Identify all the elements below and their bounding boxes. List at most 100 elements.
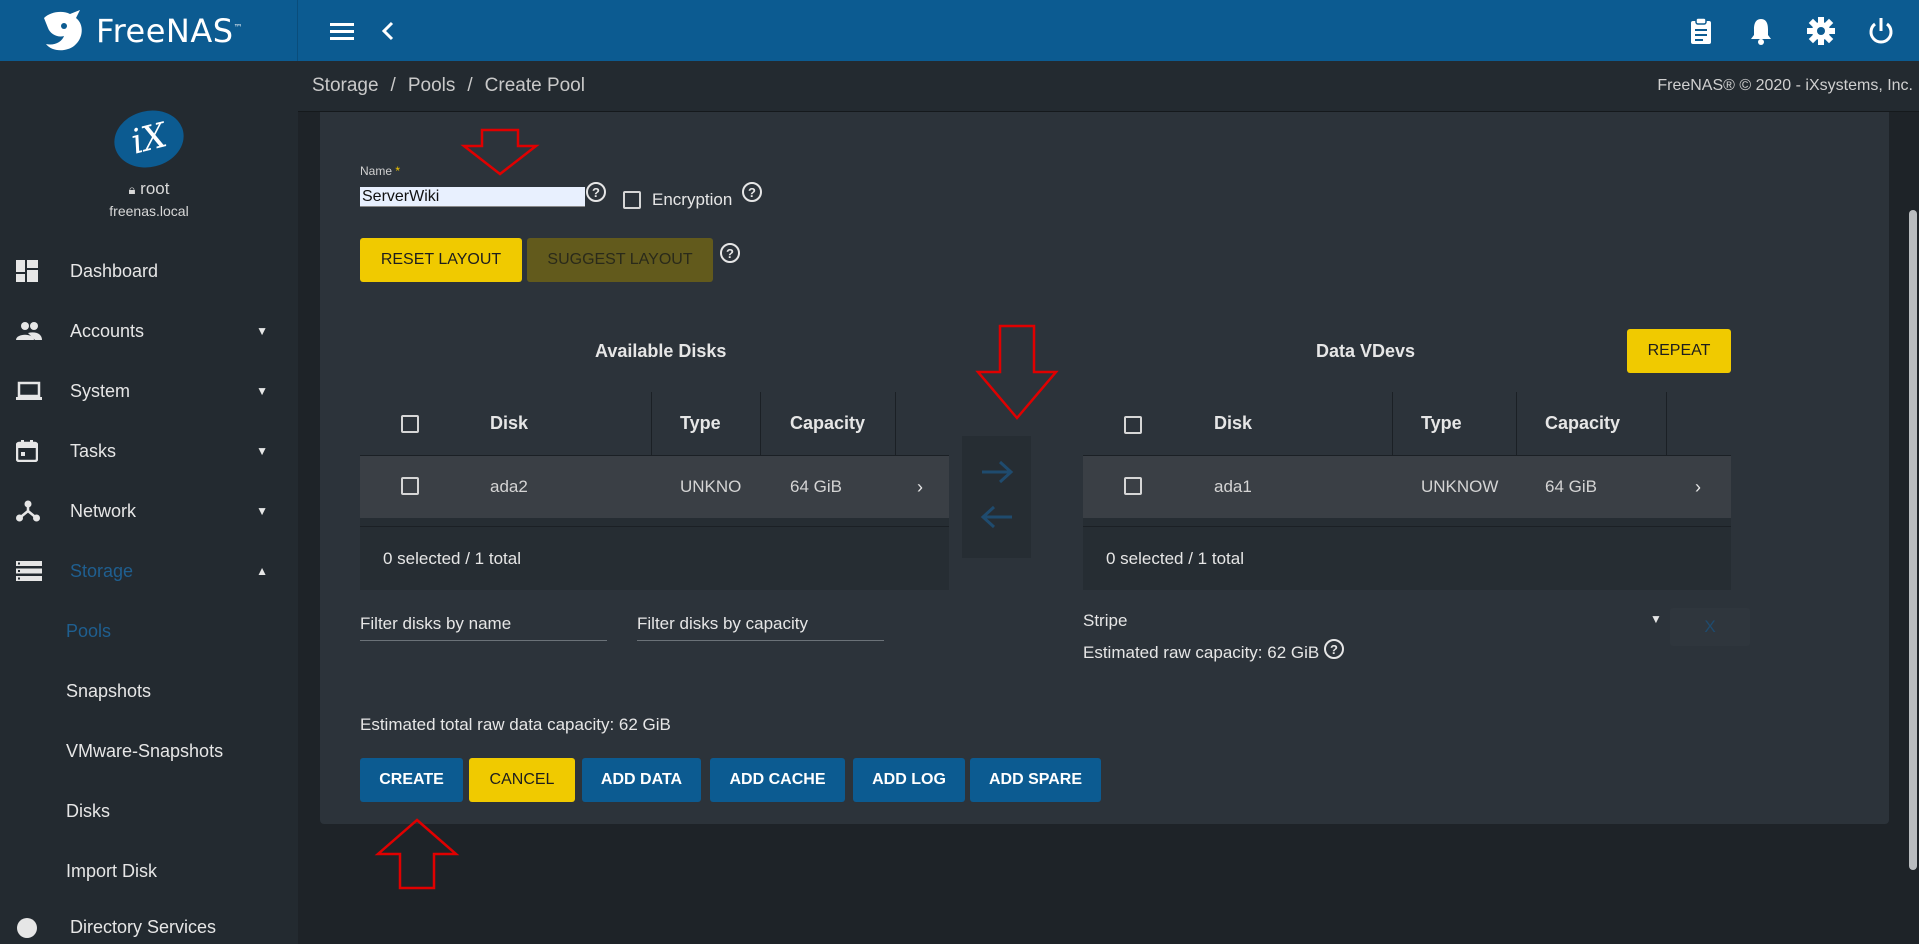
column-header-capacity[interactable]: Capacity [790, 413, 865, 434]
chevron-left-icon[interactable] [368, 11, 408, 51]
raw-capacity-help-icon[interactable]: ? [1324, 639, 1344, 659]
pool-name-input[interactable] [360, 187, 585, 207]
table-header: Disk Type Capacity [360, 392, 949, 456]
breadcrumb-pools[interactable]: Pools [408, 75, 456, 97]
sidebar-item-label: Dashboard [70, 260, 159, 281]
table-row[interactable]: ada1 UNKNOW 64 GiB › [1083, 456, 1731, 518]
suggest-layout-button[interactable]: SUGGEST LAYOUT [527, 238, 713, 282]
encryption-checkbox[interactable] [623, 191, 641, 209]
sidebar-subitem-pools[interactable]: Pools [0, 601, 298, 661]
sidebar-subitem-snapshots[interactable]: Snapshots [0, 661, 298, 721]
sidebar-item-label: Storage [70, 560, 134, 581]
caret-down-icon: ▼ [256, 504, 268, 518]
calendar-icon [16, 440, 46, 462]
column-header-disk[interactable]: Disk [1214, 413, 1252, 434]
username: 🔒︎ root [128, 179, 170, 198]
sidebar-item-tasks[interactable]: Tasks ▼ [0, 421, 298, 481]
sidebar-item-label: System [70, 380, 131, 401]
sidebar-item-accounts[interactable]: Accounts ▼ [0, 301, 298, 361]
table-footer: 0 selected / 1 total [360, 526, 949, 590]
sidebar-subitem-import-disk[interactable]: Import Disk [0, 841, 298, 901]
gear-icon[interactable] [1801, 11, 1841, 51]
repeat-button[interactable]: REPEAT [1627, 329, 1731, 373]
column-header-disk[interactable]: Disk [490, 413, 528, 434]
reset-layout-button[interactable]: RESET LAYOUT [360, 238, 522, 282]
user-profile: iX 🔒︎ root freenas.local [0, 61, 298, 241]
add-spare-button[interactable]: ADD SPARE [970, 758, 1101, 802]
create-pool-card: Name * ? Encryption ? RESET LAYOUT SUGGE… [320, 112, 1889, 824]
column-header-capacity[interactable]: Capacity [1545, 413, 1620, 434]
column-header-type[interactable]: Type [680, 413, 721, 434]
estimated-total-capacity: Estimated total raw data capacity: 62 Gi… [360, 715, 671, 734]
row-checkbox[interactable] [1124, 477, 1142, 495]
arrow-left-icon[interactable] [980, 500, 1014, 539]
caret-up-icon: ▲ [256, 564, 268, 578]
arrow-right-icon[interactable] [980, 455, 1014, 494]
vdev-layout-select[interactable]: Stripe [1083, 611, 1127, 631]
name-help-icon[interactable]: ? [586, 182, 606, 202]
column-header-type[interactable]: Type [1421, 413, 1462, 434]
available-disks-table: Disk Type Capacity ada2 UNKNO 64 GiB › 0… [360, 392, 949, 590]
layout-help-icon[interactable]: ? [720, 243, 740, 263]
directory-icon [16, 917, 46, 939]
sidebar-item-storage[interactable]: Storage ▲ [0, 541, 298, 601]
hostname: freenas.local [109, 203, 189, 219]
sidebar-item-system[interactable]: System ▼ [0, 361, 298, 421]
brand-name: FreeNAS [96, 11, 234, 50]
add-log-button[interactable]: ADD LOG [853, 758, 965, 802]
create-button[interactable]: CREATE [360, 758, 463, 802]
table-header: Disk Type Capacity [1083, 392, 1731, 456]
caret-down-icon: ▼ [256, 384, 268, 398]
dropdown-caret-icon[interactable]: ▼ [1650, 612, 1662, 626]
breadcrumb-storage[interactable]: Storage [312, 75, 379, 97]
sidebar-item-label: Network [70, 500, 137, 521]
select-all-checkbox[interactable] [1124, 416, 1142, 434]
encryption-help-icon[interactable]: ? [742, 182, 762, 202]
sidebar-item-directory-services[interactable]: Directory Services [0, 901, 298, 941]
disk-name: ada2 [490, 477, 528, 496]
disk-capacity: 64 GiB [790, 477, 842, 496]
caret-down-icon: ▼ [256, 444, 268, 458]
breadcrumb-separator: / [390, 75, 396, 96]
add-cache-button[interactable]: ADD CACHE [710, 758, 845, 802]
top-bar: FreeNAS™ [0, 0, 1919, 61]
sidebar-item-label: Tasks [70, 440, 117, 461]
disk-name: ada1 [1214, 477, 1252, 496]
available-disks-title: Available Disks [595, 341, 727, 361]
chevron-right-icon[interactable]: › [917, 477, 923, 498]
breadcrumb-separator: / [467, 75, 473, 96]
table-footer: 0 selected / 1 total [1083, 526, 1731, 590]
move-disks-controls [962, 436, 1031, 558]
sidebar-item-label: Accounts [70, 320, 145, 341]
remove-vdev-button[interactable]: X [1670, 608, 1750, 646]
sidebar-subitem-disks[interactable]: Disks [0, 781, 298, 841]
accounts-icon [16, 321, 46, 341]
scrollbar-thumb[interactable] [1909, 210, 1917, 870]
cancel-button[interactable]: CANCEL [469, 758, 575, 802]
disk-type: UNKNO [680, 477, 742, 496]
shark-logo-icon [44, 9, 82, 50]
power-icon[interactable] [1861, 11, 1901, 51]
bell-icon[interactable] [1741, 11, 1781, 51]
breadcrumb-create-pool: Create Pool [484, 75, 585, 96]
copyright-text: FreeNAS® © 2020 - iXsystems, Inc. [1657, 77, 1913, 94]
chevron-right-icon[interactable]: › [1695, 477, 1701, 498]
caret-down-icon: ▼ [256, 324, 268, 338]
estimated-raw-capacity: Estimated raw capacity: 62 GiB [1083, 643, 1320, 662]
sidebar: iX 🔒︎ root freenas.local Dashboard Accou… [0, 61, 298, 944]
clipboard-icon[interactable] [1681, 11, 1721, 51]
disk-capacity: 64 GiB [1545, 477, 1597, 496]
sidebar-item-dashboard[interactable]: Dashboard [0, 241, 298, 301]
row-checkbox[interactable] [401, 477, 419, 495]
sidebar-subitem-vmware-snapshots[interactable]: VMware-Snapshots [0, 721, 298, 781]
filter-by-name-input[interactable]: Filter disks by name [360, 607, 607, 641]
table-row[interactable]: ada2 UNKNO 64 GiB › [360, 456, 949, 518]
data-vdevs-table: Disk Type Capacity ada1 UNKNOW 64 GiB › … [1083, 392, 1731, 590]
freenas-logo[interactable]: FreeNAS™ [0, 0, 298, 61]
select-all-checkbox[interactable] [401, 415, 419, 433]
add-data-button[interactable]: ADD DATA [582, 758, 701, 802]
sidebar-item-network[interactable]: Network ▼ [0, 481, 298, 541]
ix-logo: iX [108, 103, 190, 175]
hamburger-icon[interactable] [322, 11, 362, 51]
filter-by-capacity-input[interactable]: Filter disks by capacity [637, 607, 884, 641]
